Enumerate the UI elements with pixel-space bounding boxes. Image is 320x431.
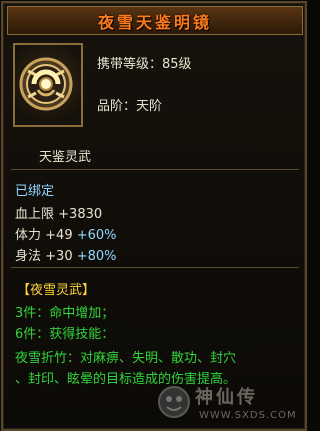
stat-hp-label: 血上限 [15,207,55,222]
stat-con: 体力 +49 +60% [15,224,117,243]
item-title-bar: 夜雪天鉴明镜 [7,6,303,35]
set-bonus-3: 3件：命中增加； [15,306,115,321]
stat-con-value: +49 [45,228,73,243]
stat-agi: 身法 +30 +80% [15,245,117,264]
watermark-url: WWW.SXDS.COM [199,410,297,421]
watermark-text: 神仙传 [195,387,258,408]
stat-hp: 血上限 +3830 [15,203,102,222]
set-title: 【夜雪灵武】 [17,283,96,298]
watermark-logo-icon [158,386,190,418]
stat-hp-value: +3830 [58,207,103,222]
mirror-icon [19,57,73,111]
stat-con-pct: +60% [76,228,117,243]
divider [11,267,299,268]
site-watermark: 神仙传 WWW.SXDS.COM [155,381,305,429]
stat-agi-value: +30 [45,249,73,264]
set-bonus-6: 6件：获得技能： [15,327,115,342]
stat-con-label: 体力 [15,228,42,243]
carry-level: 携带等级：85级 [97,57,192,72]
item-tooltip: 夜雪天鉴明镜 携带等级：85级 品阶：天阶 天鉴灵武 已绑定 血上限 +3830… [1,1,307,431]
divider [11,169,299,170]
set-skill-line-1: 夜雪折竹：对麻痹、失明、散功、封穴 [15,351,237,366]
bound-status: 已绑定 [15,184,55,199]
item-grade: 品阶：天阶 [97,99,163,114]
stat-agi-label: 身法 [15,249,42,264]
item-name: 夜雪天鉴明镜 [97,12,212,32]
item-icon-frame [13,43,83,127]
stat-agi-pct: +80% [76,249,117,264]
item-category: 天鉴灵武 [39,150,92,165]
